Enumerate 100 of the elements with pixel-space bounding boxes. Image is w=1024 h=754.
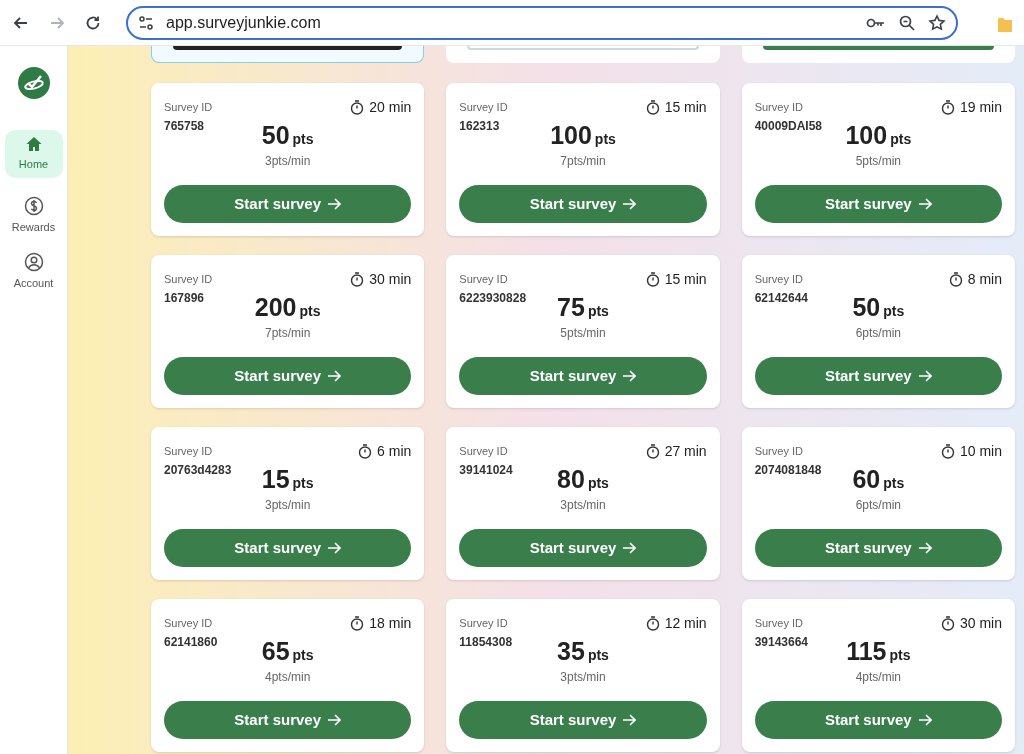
arrow-right-icon <box>327 369 341 383</box>
points-unit: pts <box>299 302 321 321</box>
arrow-right-icon <box>327 541 341 555</box>
survey-id: 62142644 <box>754 290 810 307</box>
rate-text: 5pts/min <box>560 325 606 342</box>
survey-id-label: Survey ID <box>164 99 213 115</box>
points-unit: pts <box>292 646 314 665</box>
arrow-right-icon <box>622 713 637 727</box>
rate-text: 3pts/min <box>560 669 606 686</box>
stopwatch-icon <box>350 615 365 631</box>
survey-id-label: Survey ID <box>754 615 803 631</box>
start-survey-button[interactable]: Start survey <box>754 701 1002 739</box>
points-value: 65 <box>261 637 290 665</box>
rate-text: 7pts/min <box>265 325 311 342</box>
survey-id: 39143664 <box>754 634 810 651</box>
points-value: 50 <box>261 121 290 149</box>
survey-id-label: Survey ID <box>164 271 213 287</box>
survey-id: 11854308 <box>459 634 514 651</box>
start-survey-button[interactable]: Start survey <box>164 357 412 395</box>
survey-id-label: Survey ID <box>459 99 508 115</box>
stopwatch-icon <box>940 615 955 631</box>
stopwatch-icon <box>645 615 660 631</box>
site-settings-icon[interactable] <box>138 14 154 31</box>
points-unit: pts <box>883 302 905 321</box>
points-value: 100 <box>550 121 592 149</box>
rate-text: 6pts/min <box>855 497 901 514</box>
stopwatch-icon <box>645 271 660 287</box>
survey-id: 765758 <box>164 118 206 135</box>
duration-text: 8 min <box>967 269 1002 289</box>
points-value: 15 <box>261 465 290 493</box>
points-unit: pts <box>594 130 616 149</box>
start-survey-button[interactable]: Start survey <box>164 701 412 739</box>
rate-text: 3pts/min <box>265 153 311 170</box>
survey-id-label: Survey ID <box>754 271 803 287</box>
stopwatch-icon <box>948 271 963 287</box>
points-value: 60 <box>852 465 881 493</box>
duration-text: 20 min <box>369 97 412 117</box>
points-value: 75 <box>557 293 585 321</box>
url-text: app.surveyjunkie.com <box>166 12 322 33</box>
arrow-right-icon <box>917 541 932 555</box>
address-bar[interactable]: app.surveyjunkie.com <box>126 5 958 40</box>
survey-id-label: Survey ID <box>164 443 213 459</box>
account-icon <box>23 252 44 273</box>
rate-text: 7pts/min <box>560 153 606 170</box>
star-icon[interactable] <box>928 13 946 32</box>
duration-text: 10 min <box>959 441 1002 461</box>
arrow-right-icon <box>622 369 637 383</box>
points-unit: pts <box>883 474 905 493</box>
survey-id: 40009DAI58 <box>754 118 824 135</box>
survey-id: 2074081848 <box>754 462 823 479</box>
duration-text: 27 min <box>664 441 707 461</box>
survey-id-label: Survey ID <box>754 443 803 459</box>
start-survey-button[interactable]: Start survey <box>459 357 707 395</box>
duration-text: 18 min <box>369 613 412 633</box>
start-survey-button[interactable]: Start survey <box>459 185 707 223</box>
arrow-right-icon <box>622 541 637 555</box>
points-value: 115 <box>846 637 887 665</box>
rate-text: 5pts/min <box>855 153 901 170</box>
home-icon <box>24 135 43 154</box>
rate-text: 6pts/min <box>855 325 901 342</box>
start-survey-button[interactable]: Start survey <box>164 185 412 223</box>
start-survey-button[interactable]: Start survey <box>459 701 707 739</box>
sidebar-item[interactable]: Account <box>4 248 63 296</box>
points-value: 200 <box>254 293 297 321</box>
start-survey-button[interactable]: Start survey <box>164 529 412 567</box>
rate-text: 4pts/min <box>265 669 311 686</box>
survey-id: 39141024 <box>459 462 514 479</box>
stopwatch-icon <box>645 443 660 459</box>
stopwatch-icon <box>358 443 373 459</box>
arrow-right-icon <box>917 197 932 211</box>
survey-id: 62141860 <box>164 634 219 651</box>
duration-text: 12 min <box>664 613 707 633</box>
survey-id: 20763d4283 <box>164 462 233 479</box>
start-survey-button[interactable]: Start survey <box>754 357 1002 395</box>
rate-text: 3pts/min <box>265 497 311 514</box>
stopwatch-icon <box>350 99 365 115</box>
start-survey-button[interactable]: Start survey <box>754 529 1002 567</box>
rate-text: 3pts/min <box>560 497 606 514</box>
points-value: 80 <box>557 465 585 493</box>
start-survey-button[interactable]: Start survey <box>459 529 707 567</box>
stopwatch-icon <box>350 271 365 287</box>
points-unit: pts <box>890 130 912 149</box>
logo-icon[interactable] <box>16 66 51 100</box>
arrow-right-icon <box>917 369 932 383</box>
points-unit: pts <box>587 302 609 321</box>
stopwatch-icon <box>940 99 955 115</box>
points-value: 100 <box>845 121 888 149</box>
sidebar-item[interactable]: Rewards <box>4 192 63 240</box>
duration-text: 15 min <box>664 269 707 289</box>
points-unit: pts <box>587 646 609 665</box>
survey-id-label: Survey ID <box>459 271 508 287</box>
arrow-right-icon <box>327 713 341 727</box>
dollar-icon <box>23 196 44 217</box>
points-unit: pts <box>292 474 314 493</box>
start-survey-button[interactable]: Start survey <box>754 185 1002 223</box>
survey-id: 6223930828 <box>459 290 528 307</box>
zoom-icon[interactable] <box>898 13 916 32</box>
survey-id-label: Survey ID <box>754 99 803 115</box>
arrow-right-icon <box>327 197 341 211</box>
sidebar-item[interactable]: Home <box>4 130 63 178</box>
